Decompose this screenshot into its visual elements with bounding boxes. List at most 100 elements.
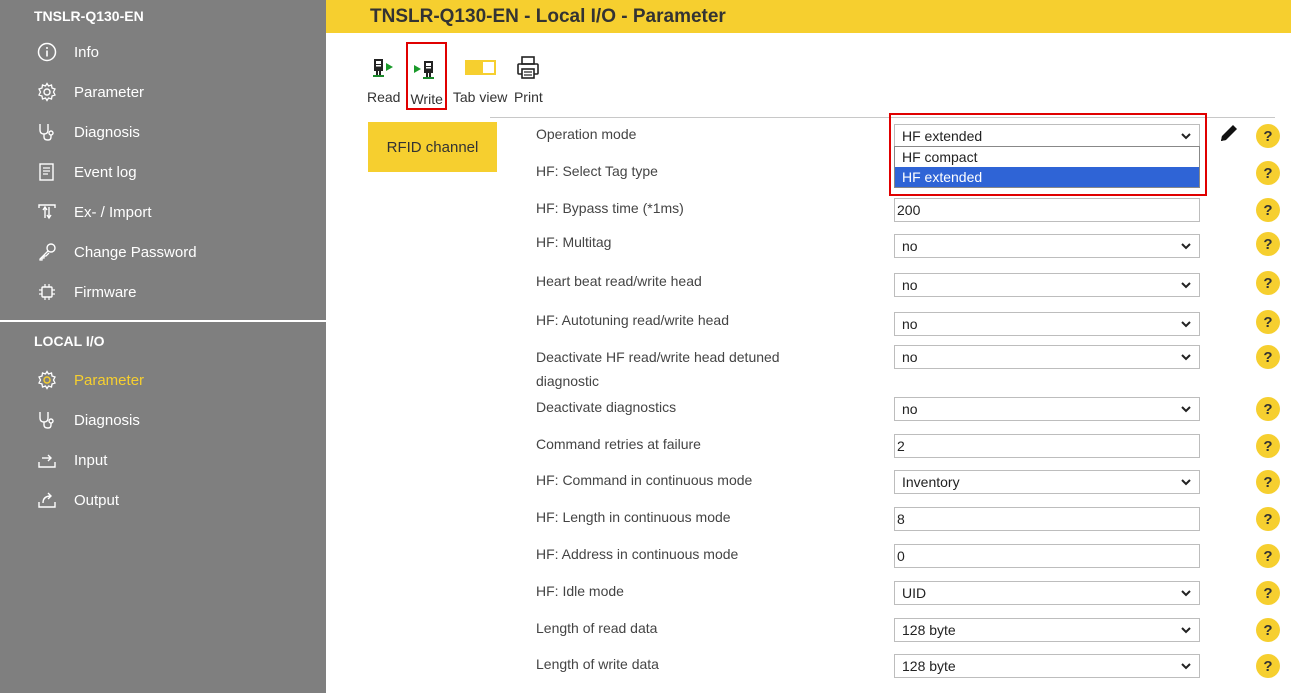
length-continuous-input[interactable]: 8 bbox=[894, 507, 1200, 531]
help-icon[interactable]: ? bbox=[1256, 232, 1280, 256]
param-row-idle-mode: HF: Idle mode UID ? bbox=[536, 581, 1280, 621]
param-label: HF: Bypass time (*1ms) bbox=[536, 200, 684, 216]
param-label: HF: Idle mode bbox=[536, 583, 624, 599]
select-value: 128 byte bbox=[902, 622, 956, 638]
chevron-down-icon bbox=[1181, 133, 1191, 140]
command-continuous-select[interactable]: Inventory bbox=[894, 470, 1200, 494]
length-write-data-select[interactable]: 128 byte bbox=[894, 654, 1200, 678]
output-icon bbox=[36, 489, 58, 511]
sidebar-item-info[interactable]: Info bbox=[0, 32, 326, 72]
help-icon[interactable]: ? bbox=[1256, 544, 1280, 568]
print-label: Print bbox=[513, 89, 543, 105]
help-icon[interactable]: ? bbox=[1256, 271, 1280, 295]
input-icon bbox=[36, 449, 58, 471]
help-icon[interactable]: ? bbox=[1256, 434, 1280, 458]
help-icon[interactable]: ? bbox=[1256, 470, 1280, 494]
tab-rfid-channel[interactable]: RFID channel bbox=[368, 122, 497, 172]
param-row-command-retries: Command retries at failure 2 ? bbox=[536, 434, 1280, 474]
length-read-data-select[interactable]: 128 byte bbox=[894, 618, 1200, 642]
param-row-length-write-data: Length of write data 128 byte ? bbox=[536, 654, 1280, 694]
sidebar-item-label: Output bbox=[74, 491, 120, 509]
sidebar-item-event-log[interactable]: Event log bbox=[0, 152, 326, 192]
deactivate-diagnostics-select[interactable]: no bbox=[894, 397, 1200, 421]
help-icon[interactable]: ? bbox=[1256, 345, 1280, 369]
page-title: TNSLR-Q130-EN - Local I/O - Parameter bbox=[370, 6, 726, 27]
param-row-length-continuous: HF: Length in continuous mode 8 ? bbox=[536, 507, 1280, 547]
sidebar-item-label: Firmware bbox=[74, 283, 137, 301]
sidebar-item-output[interactable]: Output bbox=[0, 480, 326, 520]
import-export-icon bbox=[36, 201, 58, 223]
sidebar-item-label: Parameter bbox=[74, 371, 145, 389]
chevron-down-icon bbox=[1181, 627, 1191, 634]
help-icon[interactable]: ? bbox=[1256, 161, 1280, 185]
select-value: no bbox=[902, 316, 918, 332]
param-row-deactivate-diagnostics: Deactivate diagnostics no ? bbox=[536, 397, 1280, 437]
help-icon[interactable]: ? bbox=[1256, 124, 1280, 148]
sidebar-item-label: Ex- / Import bbox=[74, 203, 152, 221]
help-icon[interactable]: ? bbox=[1256, 198, 1280, 222]
param-row-heart-beat: Heart beat read/write head no ? bbox=[536, 271, 1280, 311]
bypass-time-input[interactable]: 200 bbox=[894, 198, 1200, 222]
sidebar-item-input[interactable]: Input bbox=[0, 440, 326, 480]
select-value: no bbox=[902, 277, 918, 293]
pencil-icon[interactable] bbox=[1218, 122, 1240, 144]
page-header: TNSLR-Q130-EN - Local I/O - Parameter bbox=[326, 0, 1291, 33]
param-label: Heart beat read/write head bbox=[536, 273, 702, 289]
select-value: HF extended bbox=[902, 128, 983, 144]
param-label: Command retries at failure bbox=[536, 436, 701, 452]
operation-mode-select[interactable]: HF extended bbox=[894, 124, 1200, 148]
autotuning-select[interactable]: no bbox=[894, 312, 1200, 336]
write-icon bbox=[412, 50, 442, 90]
gear-icon bbox=[36, 81, 58, 103]
read-button[interactable]: Read bbox=[367, 48, 400, 110]
param-label: HF: Autotuning read/write head bbox=[536, 312, 730, 328]
key-icon bbox=[36, 241, 58, 263]
param-row-multitag: HF: Multitag no ? bbox=[536, 232, 1280, 272]
sidebar-item-label: Input bbox=[74, 451, 108, 469]
tab-view-toggle[interactable]: Tab view bbox=[453, 48, 507, 110]
select-value: no bbox=[902, 238, 918, 254]
read-label: Read bbox=[367, 89, 401, 105]
help-icon[interactable]: ? bbox=[1256, 654, 1280, 678]
write-button[interactable]: Write bbox=[406, 42, 447, 110]
dropdown-option-hf-compact[interactable]: HF compact bbox=[895, 147, 1199, 167]
chevron-down-icon bbox=[1181, 663, 1191, 670]
sidebar-item-firmware[interactable]: Firmware bbox=[0, 272, 326, 312]
param-label: HF: Length in continuous mode bbox=[536, 509, 731, 525]
heart-beat-select[interactable]: no bbox=[894, 273, 1200, 297]
sidebar-item-ex-import[interactable]: Ex- / Import bbox=[0, 192, 326, 232]
sidebar-item-change-password[interactable]: Change Password bbox=[0, 232, 326, 272]
select-value: UID bbox=[902, 585, 927, 601]
help-icon[interactable]: ? bbox=[1256, 310, 1280, 334]
stethoscope-icon bbox=[36, 121, 58, 143]
tab-view-label: Tab view bbox=[452, 89, 508, 105]
dropdown-option-hf-extended[interactable]: HF extended bbox=[895, 167, 1199, 187]
event-log-icon bbox=[36, 161, 58, 183]
select-value: no bbox=[902, 401, 918, 417]
sidebar-item-parameter[interactable]: Parameter bbox=[0, 72, 326, 112]
address-continuous-input[interactable]: 0 bbox=[894, 544, 1200, 568]
print-icon bbox=[513, 48, 543, 88]
help-icon[interactable]: ? bbox=[1256, 618, 1280, 642]
idle-mode-select[interactable]: UID bbox=[894, 581, 1200, 605]
help-icon[interactable]: ? bbox=[1256, 397, 1280, 421]
command-retries-input[interactable]: 2 bbox=[894, 434, 1200, 458]
sidebar-item-local-parameter[interactable]: Parameter bbox=[0, 360, 326, 400]
param-row-length-read-data: Length of read data 128 byte ? bbox=[536, 618, 1280, 658]
chip-icon bbox=[36, 281, 58, 303]
print-button[interactable]: Print bbox=[513, 48, 543, 110]
param-label: Deactivate diagnostics bbox=[536, 399, 677, 415]
help-icon[interactable]: ? bbox=[1256, 507, 1280, 531]
tab-label: RFID channel bbox=[386, 138, 479, 156]
sidebar-item-diagnosis[interactable]: Diagnosis bbox=[0, 112, 326, 152]
param-label: Deactivate HF read/write head detuned di… bbox=[536, 349, 780, 389]
help-icon[interactable]: ? bbox=[1256, 581, 1280, 605]
chevron-down-icon bbox=[1181, 282, 1191, 289]
detuned-diagnostic-select[interactable]: no bbox=[894, 345, 1200, 369]
toggle-icon bbox=[460, 48, 500, 88]
sidebar-item-label: Parameter bbox=[74, 83, 145, 101]
param-label: HF: Select Tag type bbox=[536, 163, 658, 179]
multitag-select[interactable]: no bbox=[894, 234, 1200, 258]
sidebar-item-local-diagnosis[interactable]: Diagnosis bbox=[0, 400, 326, 440]
sidebar-item-label: Info bbox=[74, 43, 100, 61]
